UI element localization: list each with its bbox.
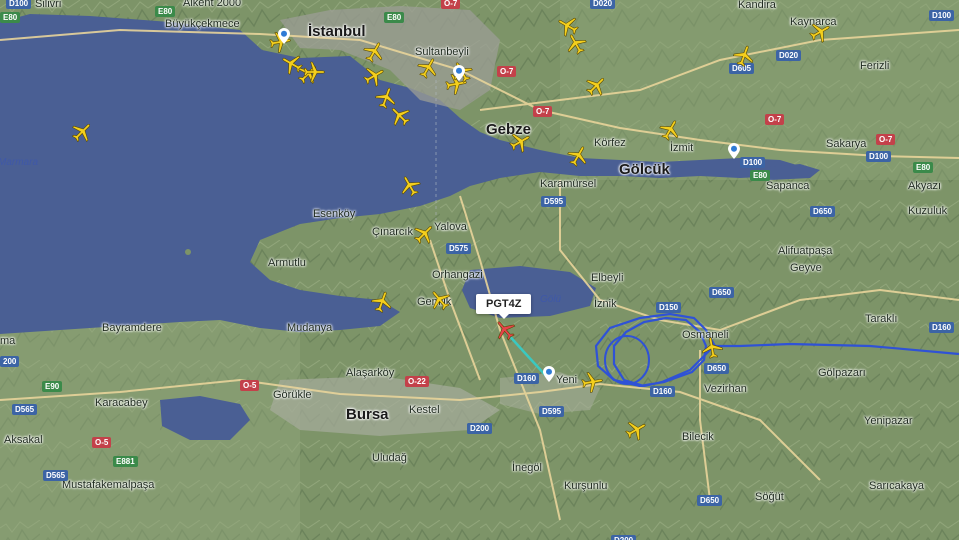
town-label: Körfez: [594, 137, 626, 149]
road-shield: D565: [12, 404, 38, 415]
town-label: Geyve: [790, 262, 822, 274]
town-label: Sakarya: [826, 138, 867, 150]
airport-pin-icon[interactable]: [728, 143, 740, 159]
road-shield: O-7: [441, 0, 461, 9]
aircraft-icon[interactable]: [578, 368, 606, 396]
town-label: Mustafakemalpaşa: [62, 479, 155, 491]
town-label: Büyükçekmece: [165, 18, 240, 30]
town-label: İnegöl: [512, 462, 542, 474]
road-shield: E881: [113, 456, 138, 467]
town-label: İznik: [594, 298, 617, 310]
town-label: Yenipazar: [864, 415, 913, 427]
airport-pin-icon[interactable]: [453, 65, 465, 81]
town-label: Kestel: [409, 404, 440, 416]
airport-pin-icon[interactable]: [278, 28, 290, 44]
road-shield: D100: [929, 10, 955, 21]
road-shield: O-7: [765, 114, 785, 125]
road-shield: E80: [155, 6, 176, 17]
town-label: Kurşunlu: [564, 480, 608, 492]
city-label: Gölcük: [619, 161, 670, 178]
water-label: Marmara: [0, 157, 39, 168]
road-shield: D160: [514, 373, 540, 384]
road-shield: D100: [866, 151, 892, 162]
aircraft-icon[interactable]: [302, 60, 326, 84]
road-shield: D595: [539, 406, 565, 417]
town-label: Sarıcakaya: [869, 480, 925, 492]
town-label: Orhangazi: [432, 269, 483, 281]
town-label: Esenköy: [313, 208, 356, 220]
road-shield: D650: [709, 287, 735, 298]
town-label: ma: [0, 335, 16, 347]
town-label: Ferizli: [860, 60, 890, 72]
town-label: Karamürsel: [540, 178, 597, 190]
road-shield: O-5: [92, 437, 112, 448]
road-shield: E90: [42, 381, 63, 392]
road-shield: O-7: [876, 134, 896, 145]
town-label: Bilecik: [682, 431, 714, 443]
road-shield: D650: [810, 206, 836, 217]
road-shield: D595: [541, 196, 567, 207]
road-shield: 200: [0, 356, 20, 367]
road-shield: O-7: [497, 66, 517, 77]
road-shield: D200: [467, 423, 493, 434]
road-shield: E80: [0, 12, 21, 23]
road-shield: O-5: [240, 380, 260, 391]
town-label: Alaşarköy: [346, 367, 395, 379]
aircraft-icon[interactable]: [698, 334, 726, 362]
road-shield: E80: [384, 12, 405, 23]
town-label: Yeni: [556, 374, 578, 386]
road-shield: D020: [590, 0, 616, 9]
town-label: Elbeyli: [591, 272, 624, 284]
selected-flight-callsign[interactable]: PGT4Z: [476, 294, 532, 319]
town-label: Silivri: [35, 0, 62, 10]
road-shield: O-7: [533, 106, 553, 117]
town-label: Bayramdere: [102, 322, 162, 334]
town-label: Taraklı: [865, 313, 898, 325]
road-shield: D650: [697, 495, 723, 506]
airport-pin-icon[interactable]: [543, 366, 555, 382]
town-label: Karacabey: [95, 397, 148, 409]
road-shield: D100: [6, 0, 32, 9]
road-shield: D160: [650, 386, 676, 397]
town-label: Görükle: [273, 389, 312, 401]
road-shield: D020: [776, 50, 802, 61]
road-shield: D100: [740, 157, 766, 168]
town-label: Çınarcık: [372, 226, 413, 238]
road-shield: D160: [929, 322, 955, 333]
road-shield: O-22: [405, 376, 429, 387]
road-shield: D650: [704, 363, 730, 374]
town-label: Kandira: [738, 0, 776, 11]
town-label: Alkent 2000: [183, 0, 242, 9]
road-shield: D565: [43, 470, 69, 481]
town-label: Alifuatpaşa: [778, 245, 833, 257]
flight-tracker-map[interactable]: İstanbul Bursa Gölcük Gebze Silivri Büyükçekm…: [0, 0, 959, 540]
water-label: Gölü: [540, 294, 562, 305]
road-shield: E80: [750, 170, 771, 181]
town-label: Mudanya: [287, 322, 333, 334]
town-label: Sapanca: [766, 180, 810, 192]
town-label: Kuzuluk: [908, 205, 948, 217]
road-shield: D200: [611, 535, 637, 540]
town-label: Akyazı: [908, 180, 942, 192]
town-label: Gölpazarı: [818, 367, 866, 379]
town-label: Uludağ: [372, 452, 407, 464]
road-shield: D575: [446, 243, 472, 254]
city-label: İstanbul: [308, 23, 366, 40]
city-label: Bursa: [346, 406, 389, 423]
road-shield: D150: [656, 302, 682, 313]
town-label: Armutlu: [268, 257, 306, 269]
road-shield: E80: [913, 162, 934, 173]
town-label: Vezirhan: [704, 383, 747, 395]
town-label: Aksakal: [4, 434, 43, 446]
town-label: Söğüt: [755, 491, 784, 503]
